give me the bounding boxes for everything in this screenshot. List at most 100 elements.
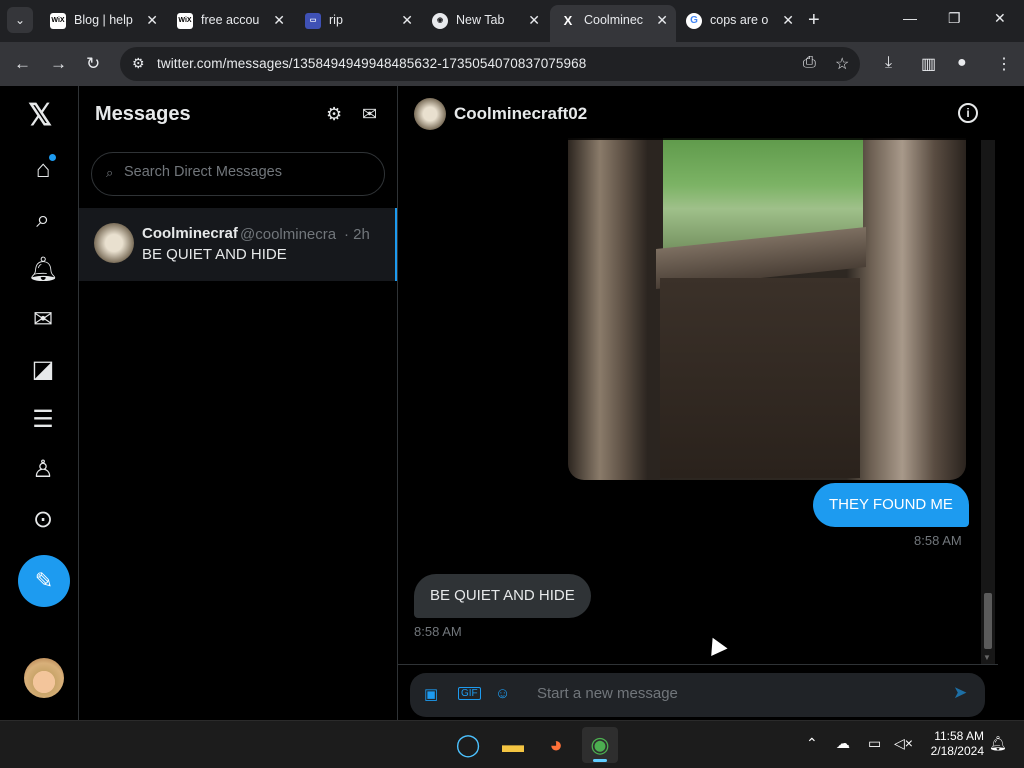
new-message-icon[interactable]: ✉ (362, 104, 377, 125)
scrollbar[interactable]: ▼ (981, 140, 995, 664)
search-icon[interactable]: ⌕ (27, 204, 59, 236)
nav-rail: 𝕏 ⌂ ⌕ 🔔︎ ✉ ◪ ☰ ♙ ⊙ ✎ (0, 86, 79, 720)
close-icon[interactable]: ✕ (782, 12, 794, 29)
more-icon[interactable]: ⊙ (27, 504, 59, 536)
photo-wall (660, 278, 860, 478)
message-input[interactable] (537, 685, 917, 702)
tab-coolminecraft[interactable]: X Coolminec ✕ (550, 5, 676, 42)
bookmark-star-icon[interactable]: ☆ (835, 54, 849, 74)
messages-icon[interactable]: ✉ (27, 304, 59, 336)
tab-free-account[interactable]: WiX free accou ✕ (167, 5, 293, 37)
network-icon[interactable]: ▭ (868, 735, 881, 752)
twitter-app: 𝕏 ⌂ ⌕ 🔔︎ ✉ ◪ ☰ ♙ ⊙ ✎ Messages ⚙ ✉ ⌕ Cool… (0, 86, 1024, 720)
tab-google-search[interactable]: G cops are o ✕ (676, 5, 802, 37)
side-panel-icon[interactable]: ▥ (921, 54, 936, 74)
emoji-icon[interactable]: ☺ (495, 685, 510, 702)
browser-toolbar: ← → ↻ ⚙ twitter.com/messages/13584949499… (0, 42, 1024, 86)
grok-icon[interactable]: ◪ (27, 354, 59, 386)
avatar[interactable] (414, 98, 446, 130)
reload-icon[interactable]: ↻ (86, 54, 100, 74)
conversation-name: Coolminecraf (142, 225, 238, 242)
x-logo-icon[interactable]: 𝕏 (28, 98, 52, 133)
wix-icon: WiX (177, 13, 193, 29)
tab-title: free accou (201, 13, 260, 27)
shared-photo[interactable] (568, 138, 966, 480)
notification-bell-icon[interactable]: 🔔︎ (989, 735, 1007, 752)
close-icon[interactable]: ✕ (401, 12, 413, 29)
profile-icon[interactable]: ● (957, 54, 967, 72)
tab-title: Blog | help (74, 13, 133, 27)
notifications-icon[interactable]: 🔔︎ (27, 254, 59, 286)
send-icon[interactable]: ➤ (953, 683, 967, 703)
chat-contact-name[interactable]: Coolminecraft02 (454, 104, 587, 124)
conversation-preview: BE QUIET AND HIDE (142, 246, 287, 263)
conversation-time: · 2h (344, 226, 370, 243)
close-icon[interactable]: ✕ (273, 12, 285, 29)
scroll-down-icon[interactable]: ▼ (983, 653, 991, 662)
account-avatar[interactable] (24, 658, 64, 698)
close-icon[interactable]: ✕ (146, 12, 158, 29)
taskbar: ◯ ▬ ◕ ◉ ⌃ ☁ ▭ ◁× 11:58 AM 2/18/2024 🔔︎ (0, 720, 1024, 768)
restore-icon[interactable]: ❐ (948, 10, 961, 27)
wix-icon: WiX (50, 13, 66, 29)
system-clock[interactable]: 11:58 AM 2/18/2024 (924, 729, 984, 759)
chat-panel: Coolminecraft02 i THEY FOUND ME 8:58 AM … (398, 86, 1024, 720)
chevron-up-icon[interactable]: ⌃ (806, 735, 818, 752)
google-icon: G (686, 13, 702, 29)
download-icon[interactable]: ⤓ (885, 54, 892, 72)
message-timestamp: 8:58 AM (414, 624, 462, 639)
search-box[interactable]: ⌕ (91, 152, 385, 196)
file-explorer-icon[interactable]: ▬ (495, 727, 531, 763)
home-icon[interactable]: ⌂ (27, 154, 59, 186)
scrollbar-thumb[interactable] (984, 593, 992, 649)
onedrive-icon[interactable]: ☁ (836, 735, 850, 752)
conversation-item[interactable]: Coolminecraf @coolminecra · 2h BE QUIET … (79, 208, 397, 281)
site-info-icon[interactable]: ⚙ (132, 55, 145, 72)
forward-icon[interactable]: → (50, 54, 67, 74)
chrome-taskbar-icon[interactable]: ◉ (582, 727, 618, 763)
profile-nav-icon[interactable]: ♙ (27, 454, 59, 486)
outgoing-message[interactable]: THEY FOUND ME (813, 483, 969, 527)
firefox-icon[interactable]: ◕ (538, 727, 574, 763)
notification-dot (49, 154, 56, 161)
close-window-icon[interactable]: ✕ (994, 10, 1006, 27)
image-icon[interactable]: ▣ (424, 685, 438, 703)
chat-header: Coolminecraft02 i (398, 86, 1024, 140)
incoming-message[interactable]: BE QUIET AND HIDE (414, 574, 591, 618)
page-title: Messages (95, 103, 191, 125)
url-text[interactable]: twitter.com/messages/1358494949948485632… (157, 56, 586, 71)
search-input[interactable] (124, 164, 374, 180)
tab-blog[interactable]: WiX Blog | help ✕ (40, 5, 166, 37)
back-icon[interactable]: ← (14, 54, 31, 74)
close-icon[interactable]: ✕ (656, 12, 668, 29)
address-bar[interactable]: ⚙ twitter.com/messages/13584949499484856… (120, 47, 860, 81)
tab-rip[interactable]: ▭ rip ✕ (295, 5, 421, 37)
feather-icon: ✎ (34, 568, 54, 593)
post-button[interactable]: ✎ (18, 555, 70, 607)
tab-title: cops are o (710, 13, 769, 27)
close-icon[interactable]: ✕ (528, 12, 540, 29)
menu-icon[interactable]: ⋮ (996, 54, 1012, 74)
messages-panel: Messages ⚙ ✉ ⌕ Coolminecraf @coolminecra… (79, 86, 398, 720)
info-icon[interactable]: i (958, 103, 978, 123)
active-indicator (593, 759, 607, 762)
composer-area: ▣ GIF ☺ ➤ (398, 664, 998, 720)
rip-icon: ▭ (305, 13, 321, 29)
browser-tab-bar: ⌄ WiX Blog | help ✕ WiX free accou ✕ ▭ r… (0, 0, 1024, 42)
lists-icon[interactable]: ☰ (27, 404, 59, 436)
message-composer: ▣ GIF ☺ ➤ (410, 673, 985, 717)
tab-title: New Tab (456, 13, 505, 27)
tab-new-tab[interactable]: ◉ New Tab ✕ (422, 5, 548, 37)
new-tab-button[interactable]: + (808, 9, 820, 32)
gif-icon[interactable]: GIF (458, 687, 481, 700)
volume-muted-icon[interactable]: ◁× (894, 735, 913, 752)
x-icon: X (563, 13, 573, 28)
search-taskbar-icon[interactable]: ◯ (450, 727, 486, 763)
tab-title: Coolminec (584, 13, 644, 27)
avatar (94, 223, 134, 263)
install-app-icon[interactable]: ⎙ (803, 54, 816, 72)
settings-icon[interactable]: ⚙ (326, 104, 342, 125)
minimize-icon[interactable]: — (903, 10, 917, 26)
tab-search-button[interactable]: ⌄ (7, 7, 33, 33)
conversation-handle: @coolminecra (240, 226, 337, 243)
